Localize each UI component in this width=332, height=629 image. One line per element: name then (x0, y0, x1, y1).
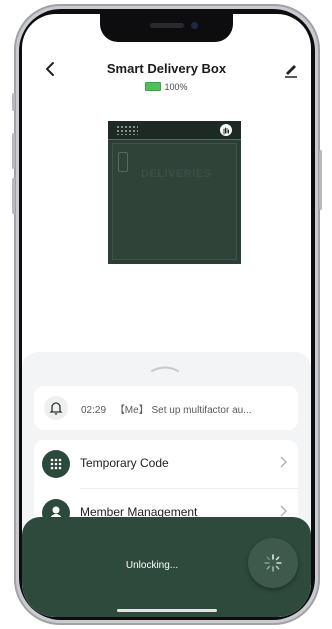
box-label: DELIVERIES (141, 168, 212, 180)
earpiece (150, 23, 184, 28)
menu-item-label: Temporary Code (80, 456, 169, 470)
door-handle (118, 152, 128, 172)
mute-switch (12, 93, 15, 111)
unlocking-toast: Unlocking... (22, 517, 311, 617)
keypad-dots (116, 125, 138, 135)
box-door: DELIVERIES (112, 143, 237, 260)
spinner-icon (264, 554, 282, 572)
edit-button[interactable] (281, 59, 301, 79)
front-camera (191, 22, 198, 29)
hand-icon (220, 124, 232, 136)
battery-level: 100% (164, 82, 188, 92)
app-screen: Smart Delivery Box 100% DELIVERIES 02:29… (22, 14, 311, 617)
box-top-panel (108, 121, 241, 140)
home-indicator[interactable] (117, 609, 217, 612)
chevron-right-icon (278, 454, 288, 475)
volume-down-button (12, 178, 15, 214)
recent-log-card[interactable]: 02:29 【Me】 Set up multifactor au... (34, 386, 298, 430)
sheet-drag-handle[interactable] (150, 360, 180, 372)
battery-icon (145, 82, 162, 91)
page-title: Smart Delivery Box (106, 61, 227, 76)
battery-status: 100% (22, 82, 311, 92)
keypad-icon (42, 450, 70, 478)
power-button (319, 150, 322, 210)
chevron-up-icon (151, 366, 179, 372)
delivery-box-illustration: DELIVERIES (108, 121, 241, 264)
unlock-button[interactable] (248, 538, 298, 588)
toast-message: Unlocking... (125, 560, 179, 571)
menu-item-temporary-code[interactable]: Temporary Code (34, 440, 298, 489)
volume-up-button (12, 133, 15, 169)
pencil-icon (285, 65, 297, 78)
notch (100, 14, 233, 42)
log-entry: 02:29 【Me】 Set up multifactor au... (81, 401, 252, 416)
bell-icon (44, 396, 68, 420)
log-time: 02:29 (81, 405, 107, 416)
log-message: 【Me】 Set up multifactor au... (114, 405, 252, 416)
